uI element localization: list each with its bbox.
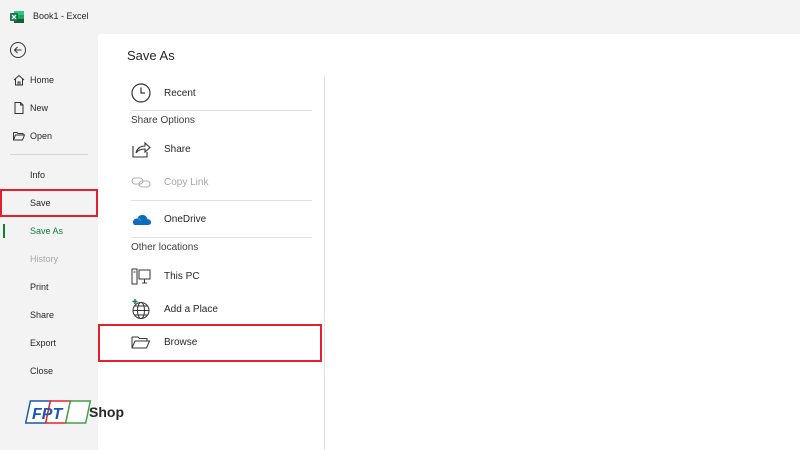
nav-info[interactable]: Info [0, 162, 98, 188]
back-arrow-icon[interactable] [9, 41, 27, 59]
home-icon [13, 74, 25, 86]
browse-highlight-box [98, 324, 322, 362]
section-share-options: Share Options [131, 115, 195, 126]
option-recent[interactable]: Recent [127, 78, 312, 108]
share-icon [132, 141, 151, 158]
nav-save-as[interactable]: Save As [0, 218, 98, 244]
open-folder-icon [13, 132, 26, 141]
option-this-pc[interactable]: This PC [127, 261, 312, 291]
option-add-place[interactable]: Add a Place [127, 294, 312, 324]
nav-divider [10, 154, 88, 155]
svg-text:FPT: FPT [32, 406, 63, 423]
separator [131, 110, 312, 111]
window-title: Book1 - Excel [33, 11, 89, 21]
option-onedrive[interactable]: OneDrive [127, 204, 312, 234]
nav-home[interactable]: Home [0, 67, 98, 93]
nav-new[interactable]: New [0, 95, 98, 121]
new-document-icon [14, 102, 24, 114]
section-other-locations: Other locations [131, 242, 199, 253]
page-title: Save As [127, 48, 175, 63]
globe-add-icon [132, 299, 150, 319]
option-share[interactable]: Share [127, 134, 312, 164]
nav-close[interactable]: Close [0, 358, 98, 384]
save-highlight-box [0, 189, 98, 217]
nav-open[interactable]: Open [0, 123, 98, 149]
logo-shop-text: Shop [89, 404, 124, 420]
nav-history: History [30, 254, 59, 264]
title-bar: Book1 - Excel [0, 0, 800, 34]
clock-icon [131, 83, 151, 103]
nav-share[interactable]: Share [0, 302, 98, 328]
active-indicator [3, 224, 5, 238]
nav-print[interactable]: Print [0, 274, 98, 300]
option-copy-link: Copy Link [127, 167, 312, 197]
onedrive-cloud-icon [133, 214, 152, 225]
excel-app-icon [10, 11, 24, 23]
link-icon [131, 177, 151, 188]
separator [131, 237, 312, 238]
save-as-pane: Save As Recent Share Options Share Copy … [98, 34, 800, 450]
column-divider [324, 76, 325, 450]
separator [131, 200, 312, 201]
nav-export[interactable]: Export [0, 330, 98, 356]
backstage-nav: Home New Open Info Save Save As History … [0, 34, 98, 450]
computer-icon [131, 268, 151, 285]
